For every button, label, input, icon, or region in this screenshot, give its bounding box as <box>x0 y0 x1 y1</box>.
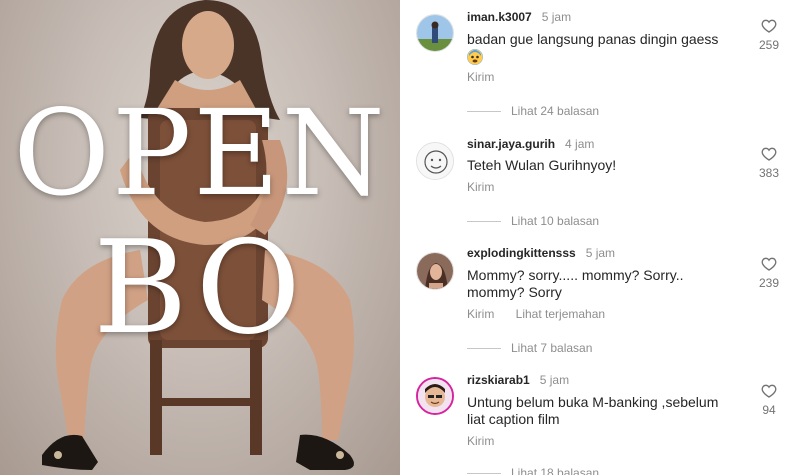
view-replies-label: Lihat 18 balasan <box>511 466 600 475</box>
avatar[interactable] <box>416 14 454 52</box>
heart-icon[interactable] <box>761 146 777 162</box>
reply-button[interactable]: Kirim <box>467 180 494 194</box>
view-replies-button[interactable]: Lihat 24 balasan <box>467 104 599 118</box>
comment-text: badan gue langsung panas dingin gaess <box>467 31 737 66</box>
post-image[interactable]: OPEN BO <box>0 0 400 475</box>
reply-button[interactable]: Kirim <box>467 434 494 448</box>
heart-icon[interactable] <box>761 256 777 272</box>
comments-panel[interactable]: iman.k3007 5 jam badan gue langsung panas… <box>400 0 800 475</box>
heart-icon[interactable] <box>761 383 777 399</box>
view-replies-button[interactable]: Lihat 7 balasan <box>467 341 592 355</box>
avatar[interactable] <box>416 252 454 290</box>
replies-divider <box>467 347 501 349</box>
comment-username[interactable]: explodingkittensss <box>467 246 576 260</box>
comment-time: 5 jam <box>539 373 570 387</box>
like-count: 259 <box>758 38 780 52</box>
comment-text: Teteh Wulan Gurihnyoy! <box>467 157 617 173</box>
like-count: 239 <box>758 276 780 290</box>
replies-divider <box>467 110 501 112</box>
comment-meta: rizskiarab1 5 jam <box>467 373 569 387</box>
comment-meta: iman.k3007 5 jam <box>467 10 571 24</box>
like-control: 259 <box>752 18 786 52</box>
like-control: 239 <box>752 256 786 290</box>
comment-text: Untung belum buka M-banking ,sebelum lia… <box>467 394 719 427</box>
reply-button[interactable]: Kirim <box>467 307 494 321</box>
avatar-cartoon-icon <box>418 379 452 413</box>
like-control: 383 <box>752 146 786 180</box>
replies-divider <box>467 220 501 222</box>
replies-divider <box>467 472 501 474</box>
comment-time: 4 jam <box>565 137 595 151</box>
avatar[interactable] <box>416 377 454 415</box>
comment-username[interactable]: iman.k3007 <box>467 10 532 24</box>
heart-icon[interactable] <box>761 18 777 34</box>
view-replies-label: Lihat 10 balasan <box>511 214 600 228</box>
like-count: 383 <box>758 166 780 180</box>
view-replies-label: Lihat 7 balasan <box>511 341 593 355</box>
poster-title-open: OPEN <box>13 84 387 222</box>
like-control: 94 <box>752 383 786 417</box>
comment-meta: sinar.jaya.gurih 4 jam <box>467 137 594 151</box>
comment-text-body: badan gue langsung panas dingin gaess <box>467 31 719 47</box>
comment-meta: explodingkittensss 5 jam <box>467 246 615 260</box>
avatar-landscape-icon <box>417 15 453 51</box>
view-replies-button[interactable]: Lihat 10 balasan <box>467 214 599 228</box>
view-replies-button[interactable]: Lihat 18 balasan <box>467 466 599 475</box>
comment-time: 5 jam <box>541 10 572 24</box>
comment-username[interactable]: sinar.jaya.gurih <box>467 137 555 151</box>
avatar-person-icon <box>417 253 453 289</box>
avatar-face-sketch-icon <box>417 143 453 179</box>
view-replies-label: Lihat 24 balasan <box>511 104 600 118</box>
comment-actions: Kirim <box>467 434 512 448</box>
comment-text: Mommy? sorry..... mommy? Sorry.. mommy? … <box>467 267 684 300</box>
reply-button[interactable]: Kirim <box>467 70 494 84</box>
poster-title-bo: BO <box>93 214 307 363</box>
comment-username[interactable]: rizskiarab1 <box>467 373 530 387</box>
translate-button[interactable]: Lihat terjemahan <box>516 307 605 321</box>
avatar[interactable] <box>416 142 454 180</box>
comment-actions: Kirim <box>467 180 512 194</box>
like-count: 94 <box>762 403 776 417</box>
anxious-face-emoji-icon <box>467 49 483 66</box>
comment-actions: Kirim <box>467 70 512 84</box>
comment-time: 5 jam <box>585 246 616 260</box>
comment-actions: Kirim Lihat terjemahan <box>467 307 623 321</box>
